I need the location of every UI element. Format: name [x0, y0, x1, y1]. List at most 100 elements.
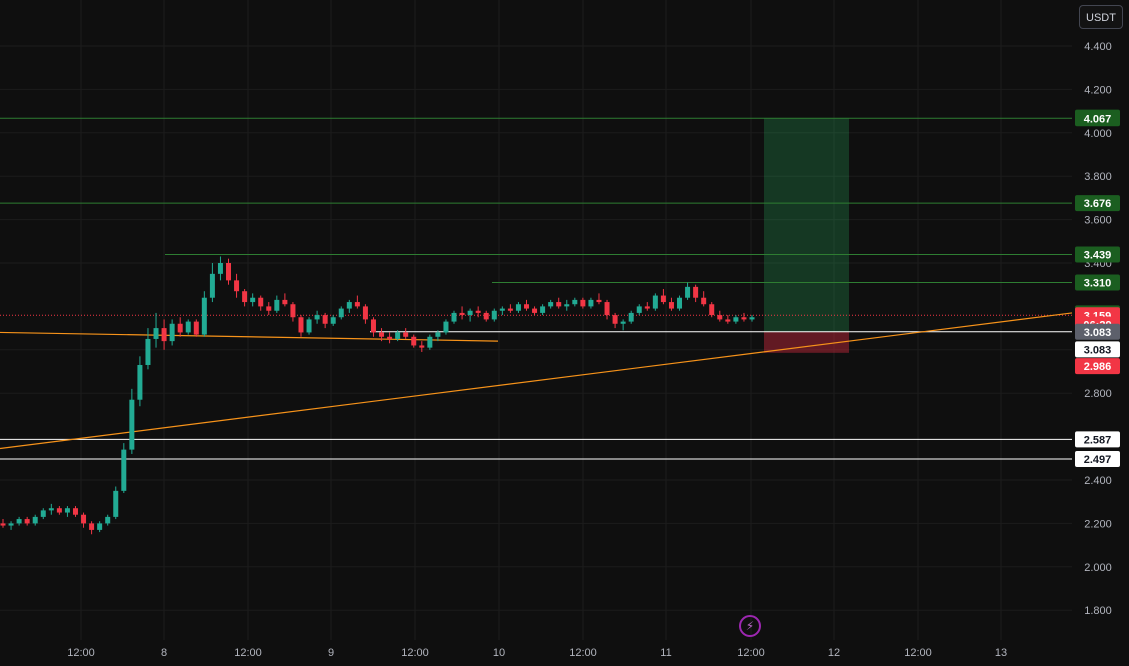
candle-body: [523, 304, 529, 309]
candle-body: [121, 449, 127, 491]
position-zones: [764, 118, 849, 353]
candle-body: [701, 297, 707, 305]
price-label-text: 3.083: [1084, 344, 1112, 356]
candle-body: [290, 304, 296, 318]
candle-body: [24, 519, 30, 524]
candle-body: [153, 328, 159, 339]
y-tick-label: 1.800: [1084, 605, 1112, 617]
x-tick-label: 12:00: [401, 647, 429, 659]
candle-body: [113, 490, 119, 517]
candle-body: [354, 302, 360, 307]
candle-body: [105, 516, 111, 524]
candle-body: [459, 312, 465, 316]
time-axis[interactable]: 12:00 8 12:00 9 12:00 10 12:00 11 12:00 12 12:00 13: [67, 647, 1007, 659]
candles: [0, 256, 755, 535]
trendline: [0, 312, 1073, 450]
candle-body: [580, 299, 586, 307]
candle-body: [40, 510, 46, 517]
candle-body: [16, 519, 22, 524]
candle-body: [507, 308, 513, 311]
candle-body: [644, 306, 650, 309]
candle-body: [556, 302, 562, 307]
candle-body: [733, 317, 739, 322]
candle-body: [515, 304, 521, 311]
candle-body: [499, 308, 505, 311]
candle-body: [346, 302, 352, 309]
candle-body: [403, 332, 409, 337]
candle-body: [242, 291, 248, 303]
candle-body: [620, 321, 626, 324]
trendline: [0, 331, 499, 342]
y-tick-label: 3.800: [1084, 171, 1112, 183]
candle-body: [330, 317, 336, 324]
candle-body: [226, 263, 232, 281]
candle-body: [451, 312, 457, 322]
x-tick-label: 12:00: [904, 647, 932, 659]
candle-body: [636, 306, 642, 313]
candle-body: [137, 364, 143, 400]
candle-body: [0, 523, 6, 526]
x-tick-label: 8: [161, 647, 167, 659]
y-tick-label: 2.200: [1084, 518, 1112, 530]
candle-body: [548, 302, 554, 307]
price-chart[interactable]: 4.4004.2004.0003.8003.6003.4003.0002.800…: [0, 0, 1129, 666]
candle-body: [411, 336, 417, 346]
candle-body: [72, 508, 78, 515]
x-tick-label: 10: [493, 647, 505, 659]
candle-body: [169, 323, 175, 342]
candle-body: [89, 523, 95, 530]
candle-body: [56, 508, 62, 513]
candle-body: [427, 336, 433, 348]
price-label-text: 3.083: [1084, 327, 1112, 339]
price-label-text: 3.439: [1084, 250, 1112, 262]
candle-body: [741, 317, 747, 320]
chart-grid: [0, 0, 1072, 640]
candle-body: [564, 304, 570, 307]
candle-body: [8, 523, 14, 526]
y-tick-label: 4.400: [1084, 41, 1112, 53]
candle-body: [467, 310, 473, 316]
candle-body: [32, 516, 38, 524]
candle-body: [475, 310, 481, 313]
candle-body: [572, 299, 578, 305]
currency-button[interactable]: USDT: [1079, 5, 1123, 29]
candle-body: [660, 295, 666, 303]
lightning-icon[interactable]: ⚡: [739, 615, 761, 637]
candle-body: [604, 302, 610, 316]
profit-zone: [764, 118, 849, 332]
y-tick-label: 4.200: [1084, 84, 1112, 96]
candle-body: [185, 321, 191, 333]
candle-body: [387, 336, 393, 339]
candle-body: [491, 310, 497, 320]
y-tick-label: 2.400: [1084, 475, 1112, 487]
candle-body: [322, 315, 328, 324]
candle-body: [596, 299, 602, 303]
y-tick-label: 2.000: [1084, 562, 1112, 574]
candle-body: [652, 295, 658, 309]
y-tick-label: 4.000: [1084, 128, 1112, 140]
candle-body: [161, 328, 167, 342]
candle-body: [266, 306, 272, 311]
trendlines[interactable]: [0, 312, 1073, 450]
candle-body: [209, 273, 215, 298]
candle-body: [693, 286, 699, 298]
candle-body: [540, 306, 546, 313]
candle-body: [298, 317, 304, 333]
candle-body: [379, 332, 385, 337]
candle-body: [362, 306, 368, 320]
candle-body: [532, 308, 538, 313]
x-tick-label: 12:00: [234, 647, 262, 659]
candle-body: [97, 523, 103, 530]
candle-body: [258, 297, 264, 307]
candle-body: [628, 312, 634, 322]
price-level-lines: [0, 117, 1072, 460]
candle-body: [483, 312, 489, 320]
candle-body: [717, 315, 723, 320]
price-label-text: 2.497: [1084, 454, 1112, 466]
x-tick-label: 9: [328, 647, 334, 659]
candle-body: [435, 332, 441, 337]
candle-body: [395, 332, 401, 339]
y-tick-label: 2.800: [1084, 388, 1112, 400]
candle-body: [588, 299, 594, 307]
candle-body: [64, 508, 70, 513]
